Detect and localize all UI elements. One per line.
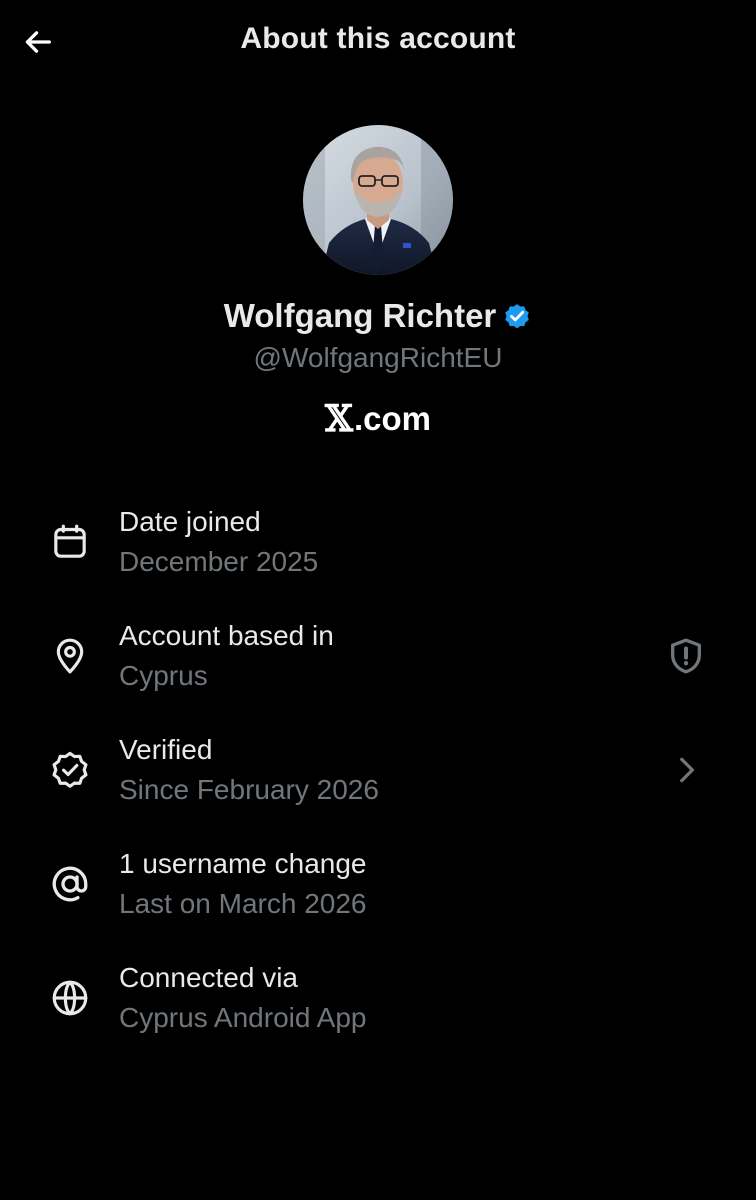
calendar-icon [48, 520, 92, 564]
globe-icon [48, 976, 92, 1020]
info-item-connected-via: Connected via Cyprus Android App [0, 956, 756, 1056]
avatar[interactable] [303, 125, 453, 275]
profile-name-row: Wolfgang Richter [0, 297, 756, 335]
info-subtitle: Last on March 2026 [119, 888, 367, 919]
info-title: Date joined [119, 506, 261, 537]
info-subtitle: Since February 2026 [119, 774, 379, 805]
location-pin-icon [48, 634, 92, 678]
x-logo-icon: 𝕏 [325, 398, 353, 440]
at-sign-icon [48, 862, 92, 906]
info-subtitle: December 2025 [119, 546, 319, 577]
info-title: Account based in [119, 620, 334, 651]
verified-badge-icon[interactable] [502, 301, 532, 331]
verified-check-icon [48, 748, 92, 792]
info-title: Verified [119, 734, 213, 765]
profile-name: Wolfgang Richter [223, 297, 497, 334]
info-subtitle: Cyprus Android App [119, 1002, 367, 1033]
info-item-account-based-in: Account based in Cyprus [0, 614, 756, 714]
profile-handle: @WolfgangRichtEU [253, 342, 503, 373]
top-bar: About this account [0, 0, 756, 84]
info-title: 1 username change [119, 848, 367, 879]
info-item-username-change: 1 username change Last on March 2026 [0, 842, 756, 942]
info-item-verified[interactable]: Verified Since February 2026 [0, 728, 756, 828]
site-logo: 𝕏 .com [0, 398, 756, 440]
info-item-date-joined: Date joined December 2025 [0, 500, 756, 600]
site-domain: .com [353, 400, 431, 437]
shield-alert-icon[interactable] [664, 634, 708, 678]
info-title: Connected via [119, 962, 299, 993]
chevron-right-icon[interactable] [664, 748, 708, 792]
page-title: About this account [240, 22, 516, 55]
info-subtitle: Cyprus [119, 660, 208, 691]
